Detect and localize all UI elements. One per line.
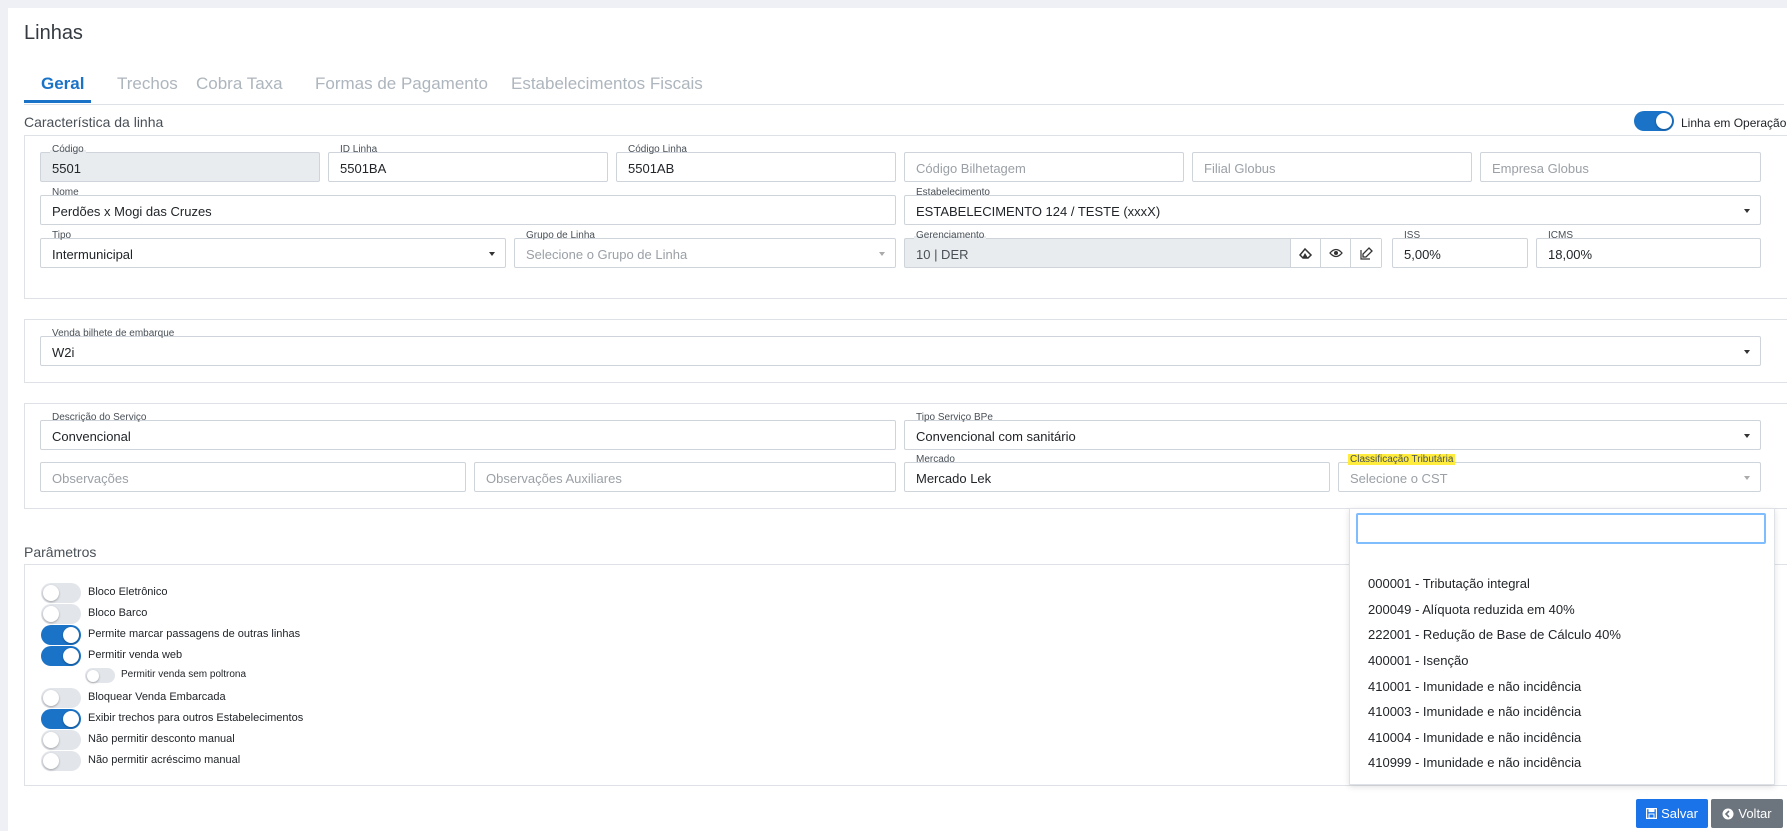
parametros-title: Parâmetros <box>24 544 97 560</box>
gerenciamento-field: Gerenciamento 10 | DER <box>904 230 1382 268</box>
grupo-linha-select[interactable]: Grupo de Linha Selecione o Grupo de Linh… <box>514 230 896 268</box>
empresa-globus-field[interactable]: Empresa Globus <box>1480 152 1761 182</box>
venda-card: Venda bilhete de embarque W2i <box>24 319 1787 383</box>
exibir-trechos-toggle[interactable] <box>41 709 81 729</box>
page-title: Linhas <box>24 22 83 44</box>
caracteristica-title: Característica da linha <box>24 114 164 130</box>
chevron-down-icon <box>1744 350 1750 354</box>
chevron-down-icon <box>1744 434 1750 438</box>
cst-option[interactable]: 200049 - Alíquota reduzida em 40% <box>1368 602 1575 617</box>
exibir-trechos-label: Exibir trechos para outros Estabelecimen… <box>88 712 304 724</box>
caracteristica-card: Código 5501 ID Linha 5501BA Código Linha… <box>24 135 1787 299</box>
icms-field[interactable]: ICMS 18,00% <box>1536 230 1761 268</box>
tab-bar: Geral Trechos Cobra Taxa Formas de Pagam… <box>24 60 1784 105</box>
edit-icon <box>1359 246 1373 260</box>
venda-bilhete-select[interactable]: Venda bilhete de embarque W2i <box>40 328 1761 366</box>
tab-geral[interactable]: Geral <box>41 74 84 94</box>
estabelecimento-select[interactable]: Estabelecimento ESTABELECIMENTO 124 / TE… <box>904 187 1761 225</box>
edit-button[interactable] <box>1350 239 1381 267</box>
chevron-down-icon <box>879 252 885 256</box>
nao-permitir-desconto-toggle[interactable] <box>41 730 81 750</box>
tab-trechos[interactable]: Trechos <box>117 74 178 94</box>
cst-search-input[interactable] <box>1356 513 1766 544</box>
permitir-venda-web-toggle[interactable] <box>41 646 81 666</box>
permitir-venda-sem-poltrona-label: Permitir venda sem poltrona <box>121 669 247 680</box>
bloquear-venda-embarcada-toggle[interactable] <box>41 688 81 708</box>
classificacao-tributaria-select[interactable]: Classificação Tributária Selecione o CST <box>1338 454 1761 492</box>
back-circle-icon <box>1722 808 1734 819</box>
id-linha-field[interactable]: ID Linha 5501BA <box>328 144 608 182</box>
descricao-servico-field[interactable]: Descrição do Serviço Convencional <box>40 412 896 450</box>
eye-icon <box>1329 248 1343 258</box>
view-button[interactable] <box>1320 239 1351 267</box>
cst-option[interactable]: 410004 - Imunidade e não incidência <box>1368 730 1581 745</box>
tab-estabelecimentos-fiscais[interactable]: Estabelecimentos Fiscais <box>511 74 703 94</box>
linha-em-operacao-toggle[interactable] <box>1634 111 1674 131</box>
clear-button[interactable] <box>1290 239 1321 267</box>
mercado-field[interactable]: Mercado Mercado Lek <box>904 454 1330 492</box>
bloco-eletronico-label: Bloco Eletrônico <box>88 586 168 598</box>
cst-option[interactable]: 222001 - Redução de Base de Cálculo 40% <box>1368 627 1621 642</box>
codigo-linha-field[interactable]: Código Linha 5501AB <box>616 144 896 182</box>
cst-option[interactable]: 410999 - Imunidade e não incidência <box>1368 755 1581 770</box>
cst-option[interactable]: 000001 - Tributação integral <box>1368 576 1530 591</box>
cst-dropdown: 000001 - Tributação integral 200049 - Al… <box>1349 508 1775 785</box>
chevron-down-icon <box>1744 476 1750 480</box>
nao-permitir-acrescimo-label: Não permitir acréscimo manual <box>88 754 241 766</box>
servico-card: Descrição do Serviço Convencional Tipo S… <box>24 403 1787 509</box>
active-tab-indicator <box>24 100 91 103</box>
permite-marcar-passagens-label: Permite marcar passagens de outras linha… <box>88 628 301 640</box>
tab-formas-pagamento[interactable]: Formas de Pagamento <box>315 74 488 94</box>
salvar-button[interactable]: Salvar <box>1636 799 1708 828</box>
linha-em-operacao-label: Linha em Operação <box>1681 116 1787 130</box>
codigo-field: Código 5501 <box>40 144 320 182</box>
bloquear-venda-embarcada-label: Bloquear Venda Embarcada <box>88 691 226 703</box>
voltar-button[interactable]: Voltar <box>1711 799 1783 828</box>
permitir-venda-sem-poltrona-toggle[interactable] <box>85 668 115 683</box>
nome-field[interactable]: Nome Perdões x Mogi das Cruzes <box>40 187 896 225</box>
observacoes-field[interactable]: Observações <box>40 462 466 492</box>
bloco-eletronico-toggle[interactable] <box>41 583 81 603</box>
cst-option[interactable]: 410001 - Imunidade e não incidência <box>1368 679 1581 694</box>
tab-cobra-taxa[interactable]: Cobra Taxa <box>196 74 283 94</box>
save-icon <box>1646 808 1658 819</box>
eraser-icon <box>1299 247 1313 259</box>
salvar-label: Salvar <box>1661 806 1698 821</box>
codigo-bilhetagem-field[interactable]: Código Bilhetagem <box>904 152 1184 182</box>
bloco-barco-toggle[interactable] <box>41 604 81 624</box>
filial-globus-field[interactable]: Filial Globus <box>1192 152 1472 182</box>
tipo-select[interactable]: Tipo Intermunicipal <box>40 230 506 268</box>
observacoes-auxiliares-field[interactable]: Observações Auxiliares <box>474 462 896 492</box>
permitir-venda-web-label: Permitir venda web <box>88 649 183 661</box>
bloco-barco-label: Bloco Barco <box>88 607 148 619</box>
voltar-label: Voltar <box>1738 806 1772 821</box>
nao-permitir-desconto-label: Não permitir desconto manual <box>88 733 235 745</box>
chevron-down-icon <box>1744 209 1750 213</box>
nao-permitir-acrescimo-toggle[interactable] <box>41 751 81 771</box>
tipo-servico-bpe-select[interactable]: Tipo Serviço BPe Convencional com sanitá… <box>904 412 1761 450</box>
permite-marcar-passagens-toggle[interactable] <box>41 625 81 645</box>
cst-option[interactable]: 410003 - Imunidade e não incidência <box>1368 704 1581 719</box>
page: Linhas Geral Trechos Cobra Taxa Formas d… <box>8 8 1787 831</box>
cst-option[interactable]: 400001 - Isenção <box>1368 653 1468 668</box>
chevron-down-icon <box>489 252 495 256</box>
iss-field[interactable]: ISS 5,00% <box>1392 230 1528 268</box>
